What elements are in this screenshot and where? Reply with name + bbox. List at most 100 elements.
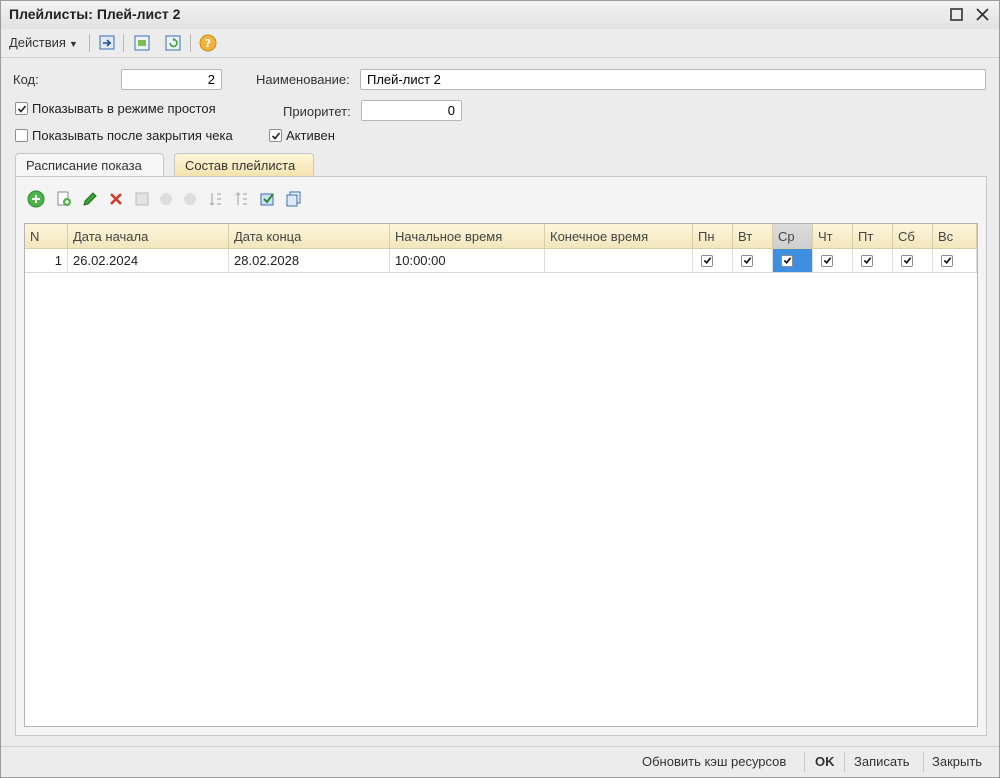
- ok-button[interactable]: OK: [815, 754, 835, 769]
- cell-mon[interactable]: [693, 249, 733, 272]
- edit-row-button[interactable]: [80, 189, 100, 209]
- column-header-start-date[interactable]: Дата начала: [68, 224, 229, 249]
- tab-schedule[interactable]: Расписание показа: [15, 153, 164, 177]
- maximize-button[interactable]: [947, 5, 965, 23]
- cell-thu[interactable]: [813, 249, 853, 272]
- close-icon: [975, 7, 989, 21]
- cell-tue[interactable]: [733, 249, 773, 272]
- refresh-icon: [165, 35, 181, 51]
- check-icon: [903, 257, 911, 264]
- check-icon: [271, 131, 280, 140]
- copy-icon: [57, 191, 71, 206]
- check-icon: [943, 257, 951, 264]
- table-row[interactable]: 1 26.02.2024 28.02.2028 10:00:00: [25, 249, 977, 273]
- priority-field[interactable]: [361, 100, 462, 121]
- delete-icon: [110, 193, 122, 205]
- add-icon: [27, 190, 45, 208]
- code-label: Код:: [13, 72, 39, 87]
- column-header-end-date[interactable]: Дата конца: [229, 224, 390, 249]
- cell-start-time[interactable]: 10:00:00: [390, 249, 545, 272]
- show-idle-label: Показывать в режиме простоя: [32, 101, 216, 116]
- actions-label: Действия: [9, 35, 66, 50]
- close-window-button[interactable]: [973, 5, 991, 23]
- delete-row-button[interactable]: [106, 189, 126, 209]
- tab-playlist-contents[interactable]: Состав плейлиста: [174, 153, 314, 176]
- day-checkbox-mon[interactable]: [701, 254, 713, 267]
- name-label: Наименование:: [256, 72, 350, 87]
- code-field[interactable]: [121, 69, 222, 90]
- day-checkbox-fri[interactable]: [861, 254, 873, 267]
- column-header-sun[interactable]: Вс: [933, 224, 977, 249]
- checkbox-box: [269, 129, 282, 142]
- cell-start-date[interactable]: 26.02.2024: [68, 249, 229, 272]
- cell-end-time[interactable]: [545, 249, 693, 272]
- playlist-window: Плейлисты: Плей-лист 2 Действия ▼ ? Код: …: [0, 0, 1000, 778]
- schedule-panel: N Дата начала Дата конца Начальное время…: [15, 176, 987, 736]
- toolbar-divider: [123, 34, 124, 52]
- column-header-start-time[interactable]: Начальное время: [390, 224, 545, 249]
- day-checkbox-thu[interactable]: [821, 254, 833, 267]
- form-icon: [134, 35, 150, 51]
- sort-descending-button[interactable]: [232, 189, 252, 209]
- move-down-button[interactable]: [180, 189, 200, 209]
- add-row-button[interactable]: [26, 189, 46, 209]
- schedule-table[interactable]: N Дата начала Дата конца Начальное время…: [24, 223, 978, 727]
- cell-sun[interactable]: [933, 249, 977, 272]
- check-icon: [863, 257, 871, 264]
- window-title: Плейлисты: Плей-лист 2: [9, 6, 181, 22]
- check-icon: [17, 104, 26, 113]
- cell-fri[interactable]: [853, 249, 893, 272]
- fill-button[interactable]: [258, 189, 278, 209]
- copy-row-button[interactable]: [54, 189, 74, 209]
- show-after-receipt-checkbox[interactable]: Показывать после закрытия чека: [15, 128, 233, 143]
- day-checkbox-wed[interactable]: [781, 254, 793, 267]
- reread-button[interactable]: [163, 33, 183, 53]
- column-header-tue[interactable]: Вт: [733, 224, 773, 249]
- column-header-end-time[interactable]: Конечное время: [545, 224, 693, 249]
- sort-ascending-icon: [209, 193, 221, 206]
- help-button[interactable]: ?: [198, 33, 218, 53]
- arrow-down-icon: [184, 193, 196, 205]
- duplicate-button[interactable]: [284, 189, 304, 209]
- refresh-cache-button[interactable]: Обновить кэш ресурсов: [642, 754, 786, 769]
- column-header-sat[interactable]: Сб: [893, 224, 933, 249]
- footer-divider: [844, 752, 845, 772]
- actions-menu[interactable]: Действия ▼: [9, 35, 78, 50]
- footer-divider: [804, 752, 805, 772]
- column-header-wed[interactable]: Ср: [773, 224, 813, 249]
- close-button[interactable]: Закрыть: [932, 754, 982, 769]
- day-checkbox-tue[interactable]: [741, 254, 753, 267]
- cell-wed[interactable]: [773, 249, 813, 272]
- maximize-icon: [949, 7, 963, 21]
- svg-text:?: ?: [205, 37, 211, 50]
- name-field[interactable]: [360, 69, 986, 90]
- save-close-button[interactable]: [97, 33, 117, 53]
- priority-label: Приоритет:: [283, 104, 351, 119]
- check-icon: [783, 257, 791, 264]
- column-header-fri[interactable]: Пт: [853, 224, 893, 249]
- sort-descending-icon: [235, 192, 247, 205]
- column-header-thu[interactable]: Чт: [813, 224, 853, 249]
- main-toolbar: Действия ▼ ?: [1, 31, 999, 55]
- footer-bar: Обновить кэш ресурсов OK Записать Закрыт…: [1, 746, 999, 778]
- show-idle-checkbox[interactable]: Показывать в режиме простоя: [15, 101, 216, 116]
- day-checkbox-sun[interactable]: [941, 254, 953, 267]
- toolbar-divider: [89, 34, 90, 52]
- cell-sat[interactable]: [893, 249, 933, 272]
- fill-table-icon: [260, 193, 274, 206]
- day-checkbox-sat[interactable]: [901, 254, 913, 267]
- cell-n[interactable]: 1: [25, 249, 68, 272]
- checkbox-box: [15, 129, 28, 142]
- active-checkbox[interactable]: Активен: [269, 128, 335, 143]
- column-header-n[interactable]: N: [25, 224, 68, 249]
- end-edit-button[interactable]: [132, 189, 152, 209]
- save-button[interactable]: Записать: [854, 754, 910, 769]
- write-button[interactable]: [132, 33, 152, 53]
- save-close-icon: [99, 35, 115, 50]
- move-up-button[interactable]: [156, 189, 176, 209]
- sort-ascending-button[interactable]: [206, 189, 226, 209]
- column-header-mon[interactable]: Пн: [693, 224, 733, 249]
- save-icon: [135, 192, 149, 206]
- duplicate-icon: [286, 191, 301, 207]
- cell-end-date[interactable]: 28.02.2028: [229, 249, 390, 272]
